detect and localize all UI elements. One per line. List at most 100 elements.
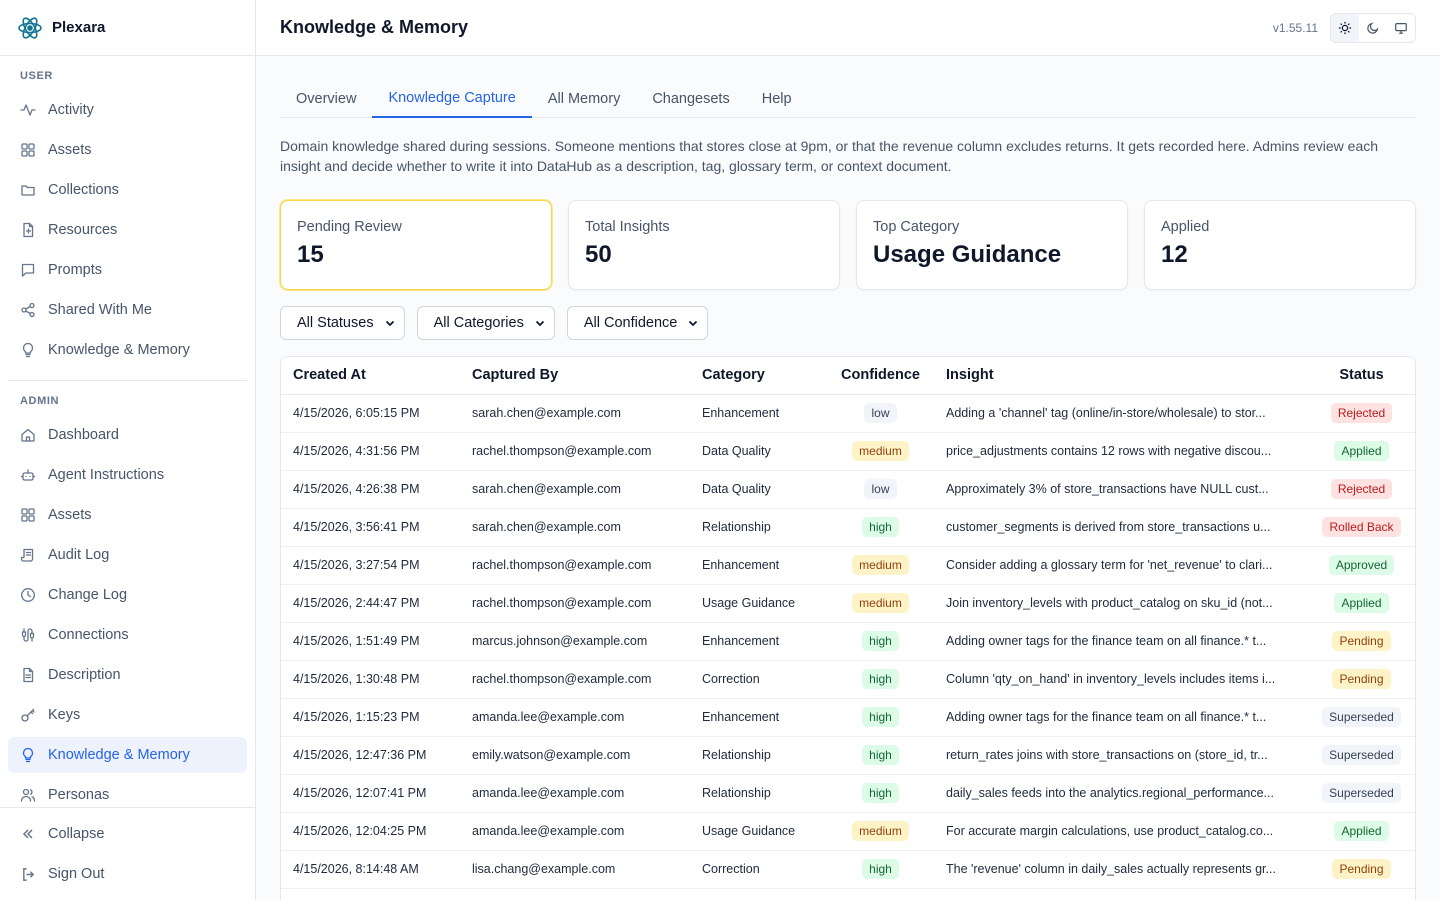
lightbulb-icon <box>20 342 36 358</box>
cell-category: Enhancement <box>690 394 827 433</box>
confidence-badge: high <box>862 859 899 879</box>
cell-insight: return_rates joins with store_transactio… <box>934 736 1306 775</box>
col-confidence[interactable]: Confidence <box>827 357 934 395</box>
cell-created-at: 4/15/2026, 3:27:54 PM <box>281 546 460 585</box>
sidebar-item-user-shared-with-me[interactable]: Shared With Me <box>8 292 247 328</box>
insights-table: Created At Captured By Category Confiden… <box>280 356 1416 900</box>
sidebar-item-admin-agent-instructions[interactable]: Agent Instructions <box>8 457 247 493</box>
cell-captured-by: lisa.chang@example.com <box>460 850 690 889</box>
sidebar-item-user-assets[interactable]: Assets <box>8 132 247 168</box>
confidence-badge: high <box>862 669 899 689</box>
stat-card-top-category: Top Category Usage Guidance <box>856 200 1128 290</box>
col-insight[interactable]: Insight <box>934 357 1306 395</box>
table-row[interactable]: 4/15/2026, 8:14:48 AM lisa.chang@example.… <box>281 850 1415 889</box>
cell-insight: daily_sales feeds into the analytics.reg… <box>934 774 1306 813</box>
monitor-icon[interactable] <box>1387 14 1415 42</box>
tab-knowledge-capture[interactable]: Knowledge Capture <box>372 80 532 118</box>
theme-switcher <box>1330 12 1416 43</box>
col-captured-by[interactable]: Captured By <box>460 357 690 395</box>
cell-insight: The 'revenue' column in daily_sales actu… <box>934 850 1306 889</box>
cell-status: Approved <box>1306 546 1415 585</box>
sidebar-item-admin-dashboard[interactable]: Dashboard <box>8 417 247 453</box>
file-text-icon <box>20 667 36 683</box>
cell-confidence: high <box>827 622 934 661</box>
confidence-filter-select[interactable]: All Confidence <box>566 306 709 340</box>
tab-help[interactable]: Help <box>746 80 808 117</box>
brand[interactable]: Plexara <box>0 0 255 56</box>
cell-category: Relationship <box>690 736 827 775</box>
col-category[interactable]: Category <box>690 357 827 395</box>
tab-all-memory[interactable]: All Memory <box>532 80 637 117</box>
cell-created-at: 4/15/2026, 8:14:48 AM <box>281 850 460 889</box>
status-badge: Rejected <box>1330 403 1393 423</box>
cell-status: Superseded <box>1306 736 1415 775</box>
sidebar-item-user-resources[interactable]: Resources <box>8 212 247 248</box>
sidebar-item-admin-assets[interactable]: Assets <box>8 497 247 533</box>
sidebar-item-label: Resources <box>48 222 118 238</box>
cell-status: Pending <box>1306 660 1415 699</box>
cell-captured-by: rachel.thompson@example.com <box>460 584 690 623</box>
sidebar-item-user-activity[interactable]: Activity <box>8 92 247 128</box>
stat-card-value: 15 <box>297 241 324 268</box>
cell-status: Applied <box>1306 812 1415 851</box>
status-badge: Superseded <box>1322 783 1401 803</box>
sidebar-item-admin-keys[interactable]: Keys <box>8 697 247 733</box>
cell-status: Applied <box>1306 432 1415 471</box>
cell-confidence: medium <box>827 546 934 585</box>
confidence-badge: high <box>862 631 899 651</box>
confidence-badge: high <box>862 783 899 803</box>
table-row[interactable]: 4/15/2026, 3:56:41 PM sarah.chen@example.… <box>281 508 1415 547</box>
sidebar-item-user-knowledge-memory[interactable]: Knowledge & Memory <box>8 332 247 368</box>
cell-captured-by: sarah.chen@example.com <box>460 508 690 547</box>
table-row[interactable]: 4/15/2026, 12:47:36 PM emily.watson@examp… <box>281 736 1415 775</box>
category-filter-select[interactable]: All Categories <box>416 306 555 340</box>
cell-captured-by: rachel.thompson@example.com <box>460 432 690 471</box>
lightbulb-icon <box>20 747 36 763</box>
sidebar-item-admin-change-log[interactable]: Change Log <box>8 577 247 613</box>
table-row[interactable]: 4/15/2026, 1:51:49 PM marcus.johnson@exam… <box>281 622 1415 661</box>
table-row[interactable]: 4/15/2026, 4:26:38 PM sarah.chen@example.… <box>281 470 1415 509</box>
confidence-badge: medium <box>852 593 909 613</box>
col-created-at[interactable]: Created At <box>281 357 460 395</box>
sidebar-item-admin-description[interactable]: Description <box>8 657 247 693</box>
cell-confidence: high <box>827 774 934 813</box>
cable-icon <box>20 627 36 643</box>
chevron-down-icon <box>534 317 546 329</box>
cell-confidence: high <box>827 508 934 547</box>
sidebar-item-admin-audit-log[interactable]: Audit Log <box>8 537 247 573</box>
category-filter-value: All Categories <box>433 315 524 331</box>
table-row[interactable]: 4/15/2026, 12:04:25 PM amanda.lee@example… <box>281 812 1415 851</box>
table-row[interactable]: 4/15/2026, 1:30:48 PM rachel.thompson@exa… <box>281 660 1415 699</box>
cell-created-at: 4/15/2026, 3:56:41 PM <box>281 508 460 547</box>
sidebar-item-user-prompts[interactable]: Prompts <box>8 252 247 288</box>
sidebar-item-label: Assets <box>48 507 92 523</box>
cell-created-at: 4/15/2026, 6:05:15 PM <box>281 394 460 433</box>
status-filter-select[interactable]: All Statuses <box>280 306 405 340</box>
activity-icon <box>20 102 36 118</box>
confidence-badge: high <box>862 745 899 765</box>
cell-status: Superseded <box>1306 774 1415 813</box>
sidebar-item-label: Change Log <box>48 587 128 603</box>
collapse-button[interactable]: Collapse <box>8 816 247 852</box>
col-status[interactable]: Status <box>1306 357 1415 395</box>
moon-icon[interactable] <box>1359 14 1387 42</box>
tab-overview[interactable]: Overview <box>280 80 372 117</box>
table-row[interactable]: 4/15/2026, 12:07:41 PM amanda.lee@example… <box>281 774 1415 813</box>
table-row[interactable]: 4/15/2026, 2:44:47 PM rachel.thompson@exa… <box>281 584 1415 623</box>
home-icon <box>20 427 36 443</box>
status-badge: Pending <box>1332 859 1391 879</box>
confidence-filter-value: All Confidence <box>583 315 678 331</box>
sidebar-item-user-collections[interactable]: Collections <box>8 172 247 208</box>
cell-confidence: high <box>827 660 934 699</box>
sun-icon[interactable] <box>1331 13 1359 42</box>
sidebar-item-admin-connections[interactable]: Connections <box>8 617 247 653</box>
table-row[interactable]: 4/15/2026, 3:27:54 PM rachel.thompson@exa… <box>281 546 1415 585</box>
table-row[interactable]: 4/15/2026, 4:31:56 PM rachel.thompson@exa… <box>281 432 1415 471</box>
stat-card-value: Usage Guidance <box>873 241 1062 268</box>
tab-changesets[interactable]: Changesets <box>636 80 745 117</box>
cell-captured-by: amanda.lee@example.com <box>460 698 690 737</box>
table-row[interactable]: 4/15/2026, 1:15:23 PM amanda.lee@example.… <box>281 698 1415 737</box>
sign-out-button[interactable]: Sign Out <box>8 856 247 892</box>
sidebar-item-admin-knowledge-memory[interactable]: Knowledge & Memory <box>8 737 247 773</box>
table-row[interactable]: 4/15/2026, 6:05:15 PM sarah.chen@example.… <box>281 394 1415 433</box>
